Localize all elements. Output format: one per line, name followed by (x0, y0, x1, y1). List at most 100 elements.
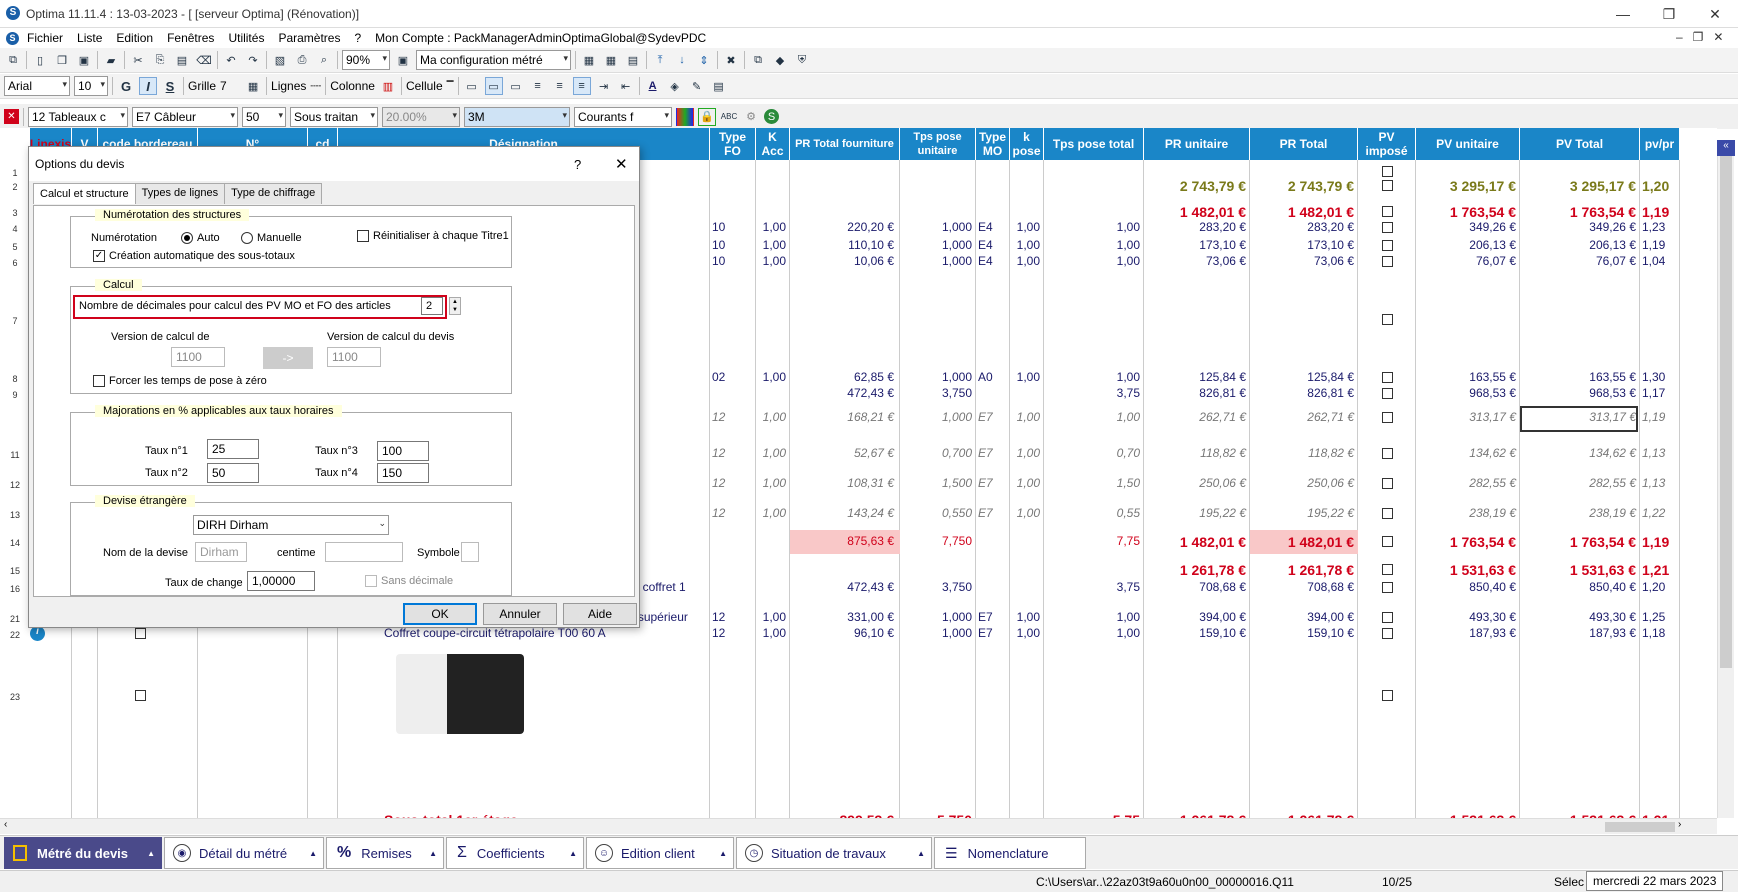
checkbox-reinit[interactable] (357, 230, 369, 242)
checkbox-forcer[interactable] (93, 375, 105, 387)
pv-impose-checkbox[interactable] (1382, 448, 1393, 459)
grid-cell[interactable]: 1,000 (900, 610, 972, 624)
shield-icon[interactable]: ⛨ (793, 51, 811, 69)
column-style-icon[interactable]: ▥ (379, 77, 397, 95)
grid-cell[interactable]: 12 (712, 626, 752, 640)
grid-cell[interactable]: 1,19 (1642, 204, 1678, 220)
grid-cell[interactable]: 1,00 (756, 626, 786, 640)
grid-cell[interactable]: 206,13 € (1520, 238, 1636, 252)
horizontal-scrollbar[interactable]: ‹ › (0, 818, 1717, 834)
column-header[interactable]: PR Total (1250, 128, 1358, 160)
column-header[interactable]: pv/pr (1640, 128, 1680, 160)
grid-cell[interactable]: 173,10 € (1144, 238, 1246, 252)
grid-cell[interactable]: 1,00 (1010, 370, 1040, 384)
save-icon[interactable]: ▣ (75, 51, 93, 69)
grid-cell[interactable]: 3,750 (900, 386, 972, 400)
grid-cell[interactable]: 0,550 (900, 506, 972, 520)
grid-cell[interactable]: 349,26 € (1416, 220, 1516, 234)
taux2-input[interactable]: 50 (207, 463, 259, 483)
info-icon[interactable]: i (30, 626, 45, 641)
sheet-icon[interactable]: ▤ (624, 51, 642, 69)
grid-cell[interactable]: 110,10 € (790, 238, 894, 252)
border-bottom-icon[interactable]: ▭ (507, 77, 525, 95)
pv-impose-checkbox[interactable] (1382, 564, 1393, 575)
grid-cell[interactable]: 3 295,17 € (1520, 178, 1636, 194)
open-folder-icon[interactable]: ▰ (102, 51, 120, 69)
grid-cell[interactable]: 1,00 (756, 220, 786, 234)
pv-impose-checkbox[interactable] (1382, 372, 1393, 383)
grid-cell[interactable]: 1,000 (900, 410, 972, 424)
grid-cell[interactable]: 1,00 (1044, 610, 1140, 624)
taux3-input[interactable]: 100 (377, 441, 429, 461)
grid-cell[interactable]: 163,55 € (1416, 370, 1516, 384)
print-preview-icon[interactable]: ⌕ (315, 51, 333, 69)
grid-cell[interactable]: 238,19 € (1416, 506, 1516, 520)
grid-cell[interactable]: 10,06 € (790, 254, 894, 268)
grid-cell[interactable]: 394,00 € (1144, 610, 1246, 624)
aide-button[interactable]: Aide (563, 603, 637, 625)
grid-cell[interactable]: 472,43 € (790, 386, 894, 400)
grid-cell[interactable]: 282,55 € (1416, 476, 1516, 490)
settings-icon[interactable]: ⚙ (742, 108, 760, 126)
tab-type-chiffrage[interactable]: Type de chiffrage (224, 183, 323, 204)
nom-devise-input[interactable]: Dirham (195, 542, 247, 562)
vertical-scrollbar[interactable] (1717, 146, 1734, 818)
tab-calcul-structure[interactable]: Calcul et structure (33, 183, 136, 204)
grid-cell[interactable]: E7 (978, 506, 1008, 520)
table-row[interactable]: 22 Coffret coupe-circuit tétrapolaire T00… (0, 626, 1717, 644)
grid-cell[interactable]: 394,00 € (1250, 610, 1354, 624)
pv-impose-checkbox[interactable] (1382, 388, 1393, 399)
pv-impose-checkbox[interactable] (1382, 612, 1393, 623)
grid-cell[interactable]: 163,55 € (1520, 370, 1636, 384)
grid-cell[interactable]: 3 295,17 € (1416, 178, 1516, 194)
grid-cell[interactable]: 1 482,01 € (1144, 204, 1246, 220)
align-justify-icon[interactable]: ≡ (572, 77, 591, 95)
tab-types-lignes[interactable]: Types de lignes (134, 183, 226, 204)
grid-cell[interactable]: 472,43 € (790, 580, 894, 594)
grid-cell[interactable]: 3,75 (1044, 580, 1140, 594)
colonne-label[interactable]: Colonne (330, 79, 375, 93)
grid-cell[interactable]: E4 (978, 254, 1008, 268)
cube-icon[interactable]: ◆ (771, 51, 789, 69)
grid-cell[interactable]: 1 531,63 € (1416, 562, 1516, 578)
taux-change-input[interactable]: 1,00000 (247, 571, 315, 591)
outdent-icon[interactable]: ⇤ (617, 77, 635, 95)
dialog-help-button[interactable]: ? (574, 157, 581, 172)
bold-button[interactable]: G (117, 77, 135, 95)
grid-cell[interactable]: 195,22 € (1250, 506, 1354, 520)
border-mid-icon[interactable]: ▭ (484, 77, 503, 95)
lignes-label[interactable]: Lignes (271, 79, 306, 93)
pv-impose-checkbox[interactable] (1382, 582, 1393, 593)
grid-cell[interactable]: 1,00 (756, 476, 786, 490)
grid-cell[interactable]: 118,82 € (1144, 446, 1246, 460)
ok-button[interactable]: OK (403, 603, 477, 625)
grid-cell[interactable]: 708,68 € (1144, 580, 1246, 594)
grid-cell[interactable]: 968,53 € (1520, 386, 1636, 400)
indent-icon[interactable]: ⇥ (595, 77, 613, 95)
menu-liste[interactable]: Liste (77, 31, 102, 45)
collapse-button-1[interactable]: « (1717, 140, 1735, 156)
tab-situation-travaux[interactable]: ◷ Situation de travaux ▲ (736, 837, 932, 869)
grid-cell[interactable]: 1,19 (1642, 534, 1678, 550)
align-center-icon[interactable]: ≡ (551, 77, 569, 95)
grid-cell[interactable]: 1,13 (1642, 446, 1678, 460)
grid-cell[interactable]: 2 743,79 € (1250, 178, 1354, 194)
column-header[interactable]: K Acc (756, 128, 790, 160)
pv-impose-checkbox[interactable] (1382, 166, 1393, 177)
grid-cell[interactable]: 283,20 € (1144, 220, 1246, 234)
clear-icon[interactable]: ⌫ (195, 51, 213, 69)
grid-cell[interactable]: 7,750 (900, 534, 972, 548)
column-header[interactable]: Tps pose unitaire (900, 128, 976, 160)
grid-cell[interactable]: 1,21 (1642, 562, 1678, 578)
grid-cell[interactable]: 850,40 € (1520, 580, 1636, 594)
align-left-icon[interactable]: ≡ (529, 77, 547, 95)
grid-cell[interactable]: 1,000 (900, 220, 972, 234)
column-header[interactable]: PR Total fourniture (790, 128, 900, 160)
grid-cell[interactable]: 1 763,54 € (1520, 204, 1636, 220)
column-header[interactable]: PV unitaire (1416, 128, 1520, 160)
grid-cell[interactable]: 0,55 (1044, 506, 1140, 520)
grid-cell[interactable]: 10 (712, 220, 752, 234)
grid-cell[interactable]: 0,700 (900, 446, 972, 460)
font-color-icon[interactable]: A (644, 77, 662, 95)
column-header[interactable]: Type FO (710, 128, 756, 160)
